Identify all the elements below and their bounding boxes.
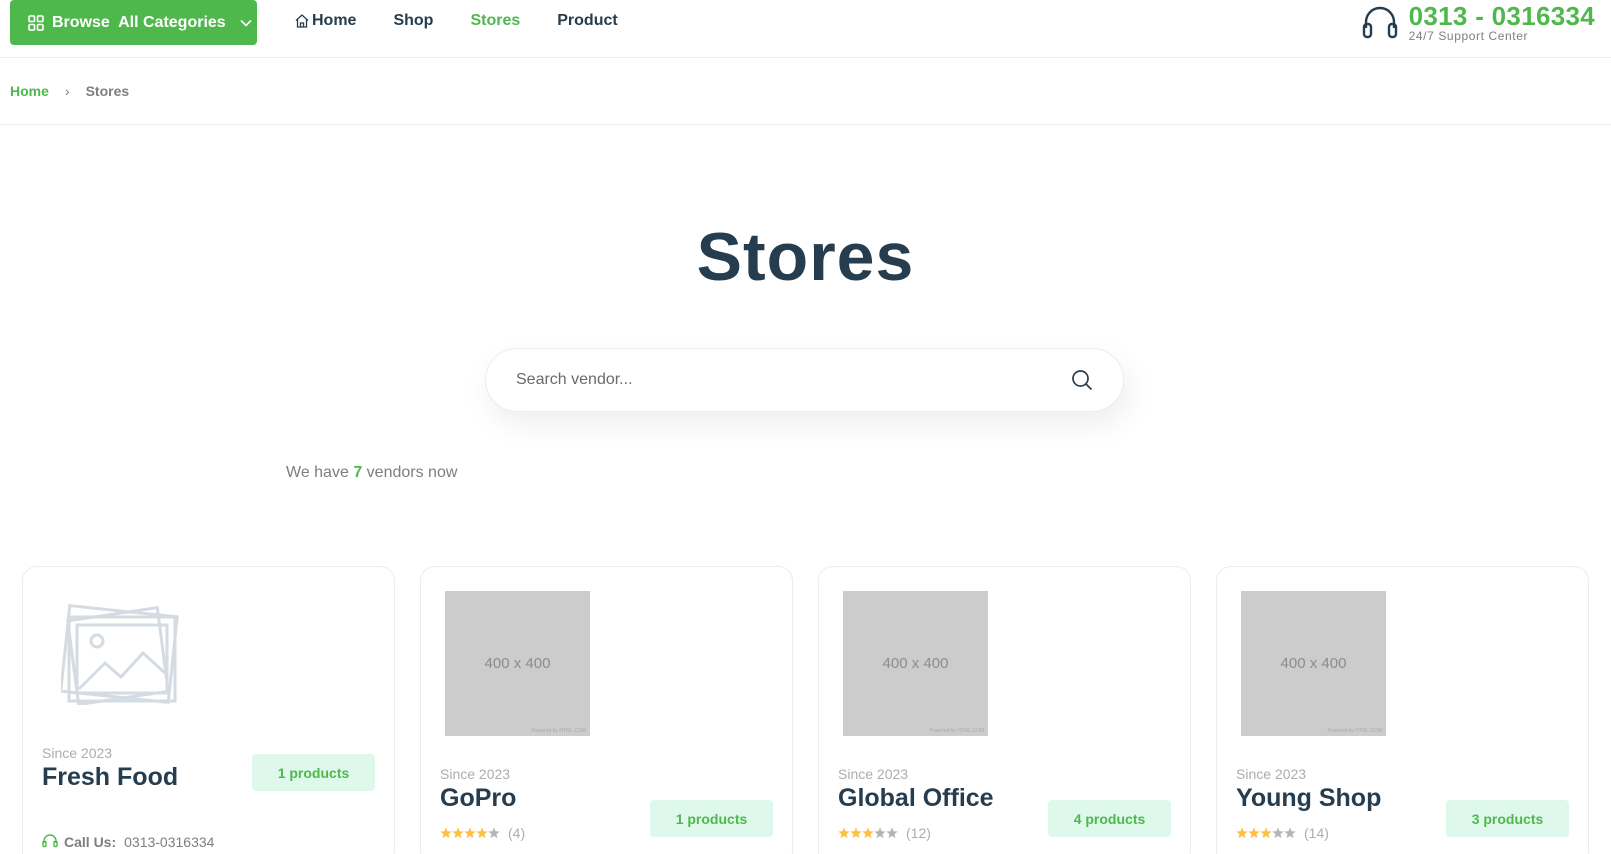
star-icon	[850, 827, 862, 839]
star-icon	[440, 827, 452, 839]
star-icon	[452, 827, 464, 839]
nav-home-label: Home	[312, 12, 357, 29]
image-size-label: 400 x 400	[1280, 655, 1347, 672]
star-icon	[1248, 827, 1260, 839]
breadcrumb-home[interactable]: Home	[10, 83, 49, 99]
page-title: Stores	[696, 219, 915, 295]
image-credit: Powered by HTML.COM	[1327, 728, 1382, 734]
search-input[interactable]	[516, 371, 1056, 389]
products-badge[interactable]: 1 products	[252, 754, 375, 791]
vendor-count-number: 7	[353, 464, 363, 481]
store-since: Since 2023	[440, 766, 511, 782]
chevron-down-icon	[240, 19, 252, 27]
star-rating	[440, 827, 500, 839]
vendor-search	[485, 348, 1124, 412]
image-size-label: 400 x 400	[484, 655, 551, 672]
star-icon	[874, 827, 886, 839]
store-name[interactable]: Young Shop	[1236, 784, 1381, 813]
headset-icon	[42, 833, 58, 851]
image-credit: Powered by HTML.COM	[531, 728, 586, 734]
main-nav: Home Shop Stores Product	[294, 12, 655, 30]
star-icon	[476, 827, 488, 839]
search-icon[interactable]	[1071, 369, 1093, 391]
store-rating: (12)	[838, 825, 931, 841]
vendor-count-prefix: We have	[286, 464, 349, 481]
grid-icon	[28, 14, 44, 31]
support-center: 0313 - 0316334 24/7 Support Center	[1361, 2, 1595, 42]
support-subtitle: 24/7 Support Center	[1408, 29, 1529, 43]
star-icon	[862, 827, 874, 839]
top-header: Browse All Categories Home Shop Stores P…	[0, 0, 1611, 58]
star-icon	[838, 827, 850, 839]
store-rating: (4)	[440, 825, 525, 841]
headset-icon	[1361, 4, 1399, 40]
store-since: Since 2023	[838, 766, 909, 782]
nav-stores[interactable]: Stores	[470, 12, 520, 30]
store-image: 400 x 400 Powered by HTML.COM	[445, 591, 590, 736]
star-icon	[1272, 827, 1284, 839]
store-name[interactable]: Fresh Food	[42, 763, 178, 792]
products-badge[interactable]: 1 products	[650, 800, 773, 837]
breadcrumb-current: Stores	[85, 83, 130, 99]
browse-categories-label: Browse All Categories	[52, 13, 226, 31]
products-badge[interactable]: 4 products	[1048, 800, 1171, 837]
star-icon	[488, 827, 500, 839]
rating-count: (14)	[1304, 825, 1329, 841]
image-credit: Powered by HTML.COM	[929, 728, 984, 734]
products-badge[interactable]: 3 products	[1446, 800, 1569, 837]
store-image: 400 x 400 Powered by HTML.COM	[843, 591, 988, 736]
nav-shop[interactable]: Shop	[393, 12, 433, 30]
nav-product[interactable]: Product	[557, 12, 617, 30]
store-since: Since 2023	[1236, 766, 1307, 782]
image-placeholder-icon	[61, 597, 185, 705]
store-name[interactable]: Global Office	[838, 784, 994, 813]
rating-count: (4)	[508, 825, 526, 841]
star-icon	[1260, 827, 1272, 839]
store-rating: (14)	[1236, 825, 1329, 841]
star-rating	[838, 827, 898, 839]
star-icon	[1236, 827, 1248, 839]
home-icon	[294, 13, 310, 29]
rating-count: (12)	[906, 825, 931, 841]
nav-home[interactable]: Home	[294, 12, 356, 30]
vendor-count: We have 7 vendors now	[286, 464, 457, 482]
image-size-label: 400 x 400	[882, 655, 949, 672]
breadcrumb: Home › Stores	[0, 58, 1611, 125]
call-label: Call Us:	[64, 834, 117, 850]
star-icon	[886, 827, 898, 839]
star-rating	[1236, 827, 1296, 839]
star-icon	[464, 827, 476, 839]
browse-categories-button[interactable]: Browse All Categories	[10, 0, 257, 45]
store-image: 400 x 400 Powered by HTML.COM	[1241, 591, 1386, 736]
store-card[interactable]: Since 2023 Fresh Food 1 products Call Us…	[22, 566, 395, 854]
support-phone[interactable]: 0313 - 0316334	[1409, 2, 1595, 30]
store-card[interactable]: 400 x 400 Powered by HTML.COM Since 2023…	[420, 566, 793, 854]
store-name[interactable]: GoPro	[440, 784, 516, 813]
store-card[interactable]: 400 x 400 Powered by HTML.COM Since 2023…	[818, 566, 1191, 854]
store-call: Call Us: 0313-0316334	[42, 833, 214, 851]
store-since: Since 2023	[42, 745, 113, 761]
breadcrumb-separator: ›	[64, 83, 70, 99]
star-icon	[1284, 827, 1296, 839]
store-card[interactable]: 400 x 400 Powered by HTML.COM Since 2023…	[1216, 566, 1589, 854]
vendor-count-suffix: vendors now	[366, 464, 458, 481]
call-phone[interactable]: 0313-0316334	[124, 834, 214, 850]
